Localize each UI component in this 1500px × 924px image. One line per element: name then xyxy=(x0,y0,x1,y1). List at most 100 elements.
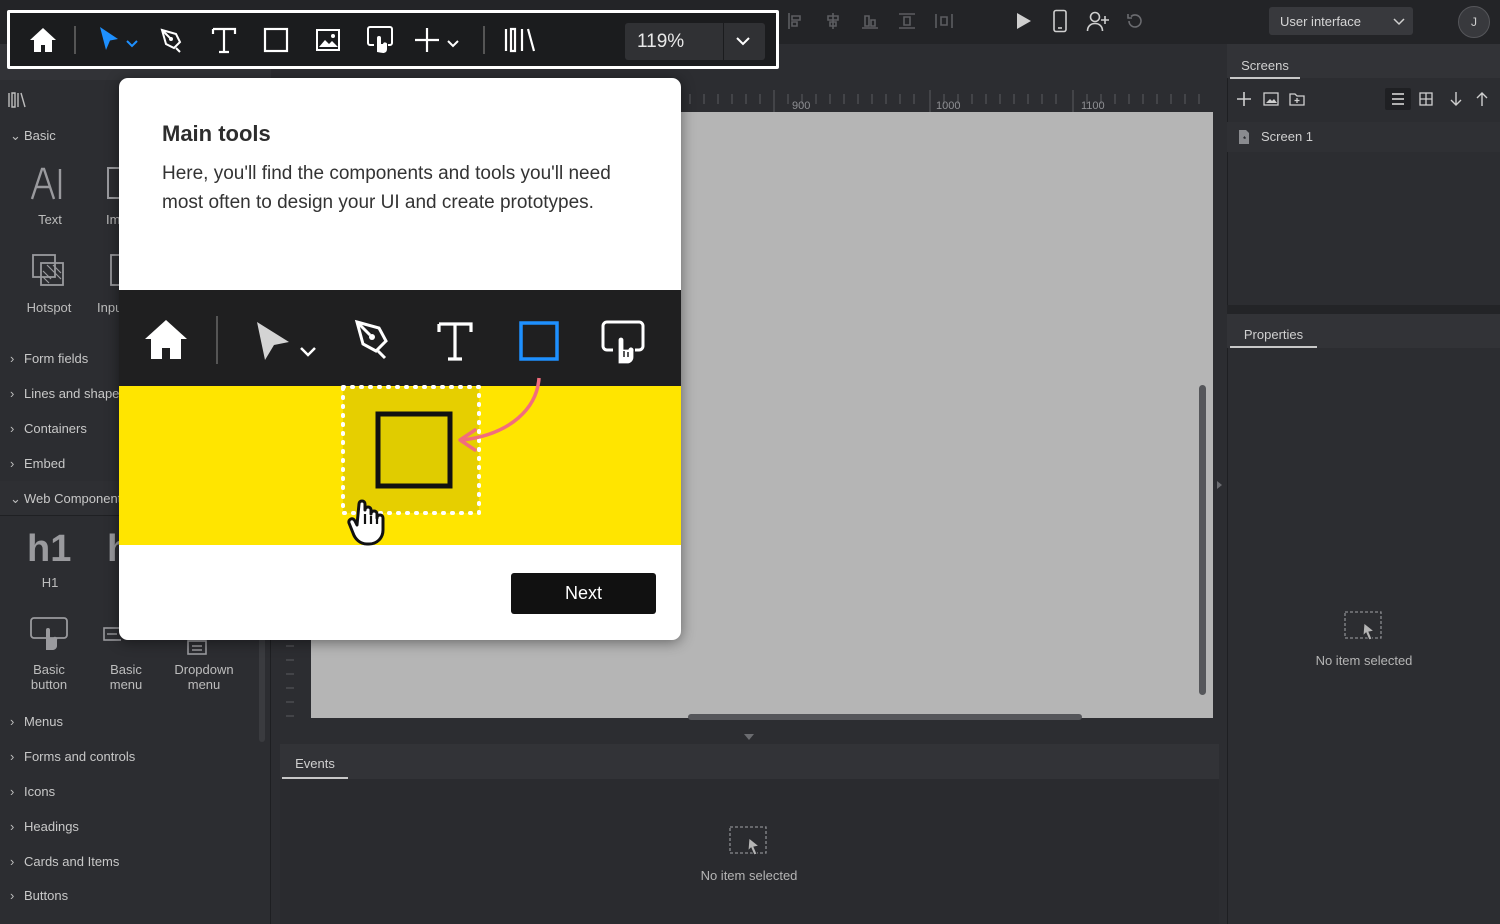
text-component-icon[interactable] xyxy=(30,167,72,201)
onboarding-tooltip: Main tools Here, you'll find the compone… xyxy=(119,78,681,640)
svg-text:h1: h1 xyxy=(27,528,71,564)
component-label-hotspot: Hotspot xyxy=(26,300,72,315)
component-label-input: Input xyxy=(97,300,119,315)
right-panel xyxy=(1227,44,1500,924)
canvas-horizontal-scrollbar[interactable] xyxy=(688,714,1082,720)
mobile-device-icon[interactable] xyxy=(1051,9,1069,33)
mode-select-value: User interface xyxy=(1280,14,1361,29)
screen-list-item[interactable]: Screen 1 xyxy=(1227,122,1500,152)
align-bottom-icon[interactable] xyxy=(859,10,881,32)
section-label: Menus xyxy=(24,714,64,729)
section-buttons[interactable]: › Buttons xyxy=(10,888,68,903)
add-folder-icon[interactable] xyxy=(1289,92,1305,106)
section-containers[interactable]: › Containers xyxy=(10,421,87,436)
section-web-components[interactable]: ⌄ Web Components xyxy=(10,491,128,507)
illustration-rectangle-icon xyxy=(519,321,559,361)
user-avatar[interactable]: J xyxy=(1458,6,1490,38)
section-label: Cards and Items xyxy=(24,854,120,869)
collapse-events-icon[interactable] xyxy=(743,733,755,741)
list-view-button[interactable] xyxy=(1385,88,1411,110)
tab-screens[interactable]: Screens xyxy=(1230,55,1300,79)
dropdown-menu-component-icon[interactable] xyxy=(186,640,208,656)
section-label: Icons xyxy=(24,784,56,799)
properties-empty-text: No item selected xyxy=(1315,653,1413,668)
history-icon[interactable] xyxy=(1125,11,1145,31)
main-tools-toolbar: 119% xyxy=(7,10,779,69)
screen-name: Screen 1 xyxy=(1261,129,1314,144)
move-down-icon[interactable] xyxy=(1449,91,1463,107)
zoom-control[interactable]: 119% xyxy=(625,23,765,60)
h1-component-icon[interactable]: h1 xyxy=(27,528,73,564)
hotspot-tool-icon[interactable] xyxy=(363,13,397,66)
next-button[interactable]: Next xyxy=(511,573,656,614)
rectangle-tool-icon[interactable] xyxy=(259,13,293,66)
align-center-icon[interactable] xyxy=(822,10,844,32)
select-tool-icon[interactable] xyxy=(93,13,143,66)
canvas-vertical-scrollbar[interactable] xyxy=(1199,385,1206,695)
align-left-icon[interactable] xyxy=(785,10,807,32)
image-tool-icon[interactable] xyxy=(311,13,345,66)
component-label-basic-menu: Basic menu xyxy=(109,662,143,692)
section-icons[interactable]: › Icons xyxy=(10,784,55,799)
toolbar-divider xyxy=(483,26,485,54)
mode-select[interactable]: User interface xyxy=(1269,7,1413,35)
component-label-h1: H1 xyxy=(41,575,59,590)
list-view-icon xyxy=(1392,93,1404,105)
zoom-value[interactable]: 119% xyxy=(637,31,684,53)
tab-properties[interactable]: Properties xyxy=(1230,324,1317,348)
hotspot-component-icon[interactable] xyxy=(31,253,67,289)
chevron-down-icon xyxy=(1393,16,1405,26)
h2-component-icon[interactable]: h xyxy=(107,528,119,564)
section-label: Buttons xyxy=(24,888,69,903)
illustration-hotspot-icon xyxy=(601,320,645,366)
illustration-pen-icon xyxy=(353,318,397,362)
tab-events[interactable]: Events xyxy=(282,752,348,779)
section-lines-and-shapes[interactable]: › Lines and shapes xyxy=(10,386,126,401)
illustration-canvas xyxy=(119,377,681,546)
grid-view-icon[interactable] xyxy=(1419,92,1433,106)
align-middle-icon[interactable] xyxy=(896,10,918,32)
add-image-screen-icon[interactable] xyxy=(1263,92,1279,106)
distribute-icon[interactable] xyxy=(933,10,955,32)
home-icon[interactable] xyxy=(26,13,60,66)
component-label-text: Text xyxy=(38,212,62,227)
move-up-icon[interactable] xyxy=(1475,91,1489,107)
section-embed[interactable]: › Embed xyxy=(10,456,65,471)
zoom-chevron-down-icon[interactable] xyxy=(735,34,751,48)
illustration-home-icon xyxy=(143,318,189,362)
section-form-fields[interactable]: › Form fields xyxy=(10,351,88,366)
tooltip-body: Here, you'll find the components and too… xyxy=(162,163,611,213)
illustration-text-icon xyxy=(437,320,473,362)
screen-page-icon xyxy=(1238,129,1250,145)
app-window: User interface J 119% ⌄ Basic Text Im Ho… xyxy=(0,0,1500,924)
add-screen-icon[interactable] xyxy=(1237,92,1251,106)
section-label: Containers xyxy=(24,421,87,436)
section-forms-and-controls[interactable]: › Forms and controls xyxy=(10,749,135,764)
section-label: Embed xyxy=(24,456,66,471)
zoom-divider xyxy=(723,23,724,60)
section-cards-and-items[interactable]: › Cards and Items xyxy=(10,854,119,869)
section-label: Form fields xyxy=(24,351,89,366)
text-tool-icon[interactable] xyxy=(207,13,241,66)
tooltip-title: Main tools xyxy=(162,121,271,146)
no-selection-icon xyxy=(1344,611,1384,647)
basic-button-component-icon[interactable] xyxy=(29,616,69,652)
illustration-select-icon xyxy=(253,320,323,364)
section-headings[interactable]: › Headings xyxy=(10,819,79,834)
svg-text:h: h xyxy=(107,528,119,564)
section-basic[interactable]: ⌄ Basic xyxy=(10,128,56,144)
section-label: Web Components xyxy=(24,491,128,506)
add-component-icon[interactable] xyxy=(414,13,464,66)
panel-divider[interactable] xyxy=(1227,305,1500,314)
add-user-icon[interactable] xyxy=(1086,10,1110,32)
play-icon[interactable] xyxy=(1013,11,1033,31)
pen-tool-icon[interactable] xyxy=(155,13,189,66)
section-menus[interactable]: › Menus xyxy=(10,714,63,729)
illustration-divider xyxy=(216,316,218,364)
library-icon[interactable] xyxy=(502,13,538,66)
events-tabbar xyxy=(280,744,1219,779)
expand-right-icon[interactable] xyxy=(1215,480,1223,490)
component-label-basic-button: Basic button xyxy=(30,662,68,692)
library-tab-icon[interactable] xyxy=(7,91,27,109)
section-label: Lines and shapes xyxy=(24,386,126,401)
